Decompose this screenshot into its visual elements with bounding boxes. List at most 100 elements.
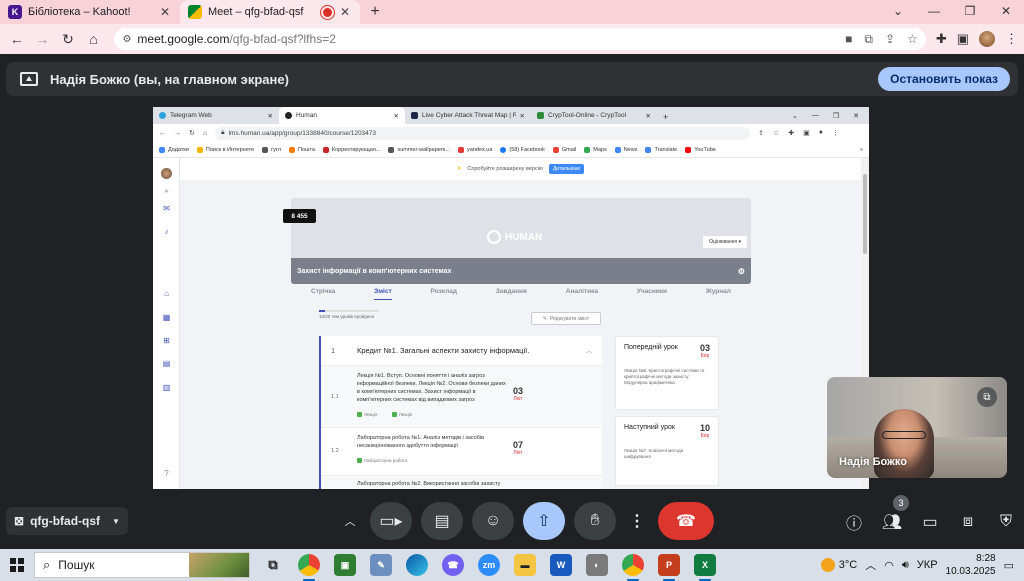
- chevron-up-icon[interactable]: ︿: [339, 502, 361, 540]
- leave-call-button[interactable]: ☎: [658, 502, 714, 540]
- address-bar[interactable]: ⚙ meet.google.com/qfg-bfad-qsf?lfhs=2 ■ …: [114, 28, 926, 50]
- tab-meet[interactable]: Meet – qfg-bfad-qsf ✕: [180, 0, 360, 24]
- meeting-code-button[interactable]: ⊠ qfg-bfad-qsf ▼: [6, 507, 128, 535]
- home-icon: ⌂: [202, 129, 208, 137]
- file-explorer-icon[interactable]: ▬: [514, 554, 536, 576]
- meet-side-controls: ⓘ 👥︎ ▭ ⧈ ⛨: [844, 508, 1016, 536]
- meet-icon: [188, 5, 202, 19]
- lesson-list: 1 Кредит №1. Загальні аспекти захисту ін…: [319, 336, 602, 489]
- tab-kahoot[interactable]: K Бібліотека – Kahoot! ✕: [0, 0, 180, 24]
- chrome-profile-icon[interactable]: [622, 554, 644, 581]
- paint-icon[interactable]: ✎: [370, 554, 392, 576]
- zoom-icon[interactable]: zm: [478, 554, 500, 576]
- menu-dots-icon[interactable]: ⋮: [1005, 31, 1018, 47]
- people-icon[interactable]: 👥︎: [882, 510, 902, 534]
- bookmark-label: (58) Facebook: [509, 146, 545, 153]
- chevron-up-icon[interactable]: ︿: [865, 557, 876, 573]
- powerpoint-icon[interactable]: P: [658, 554, 680, 581]
- bookmark-label: Додатки: [168, 146, 189, 153]
- bookmark-star-icon[interactable]: ☆: [907, 32, 918, 47]
- activities-icon[interactable]: ⧈: [958, 510, 978, 534]
- bookmark-label: Maps: [593, 146, 607, 153]
- side-panel-icon[interactable]: ▣: [957, 31, 969, 47]
- new-tab-button[interactable]: +: [364, 0, 386, 24]
- notifications-icon[interactable]: ▭: [1004, 559, 1014, 572]
- excel-icon[interactable]: X: [694, 554, 716, 581]
- minimize-icon[interactable]: —: [916, 0, 952, 24]
- emoji-reaction-button[interactable]: ☺: [472, 502, 514, 540]
- maps-app-icon[interactable]: ▣: [334, 554, 356, 576]
- card-month: Бер: [700, 433, 710, 439]
- lesson-title: Лабораторна робота №1. Аналіз методів і …: [357, 435, 485, 449]
- taskbar-search[interactable]: ⌕ Пошук: [34, 552, 250, 578]
- raise-hand-button[interactable]: ✋︎: [574, 502, 616, 540]
- site-info-icon[interactable]: ⚙: [122, 34, 131, 45]
- camera-in-use-icon[interactable]: ■: [845, 32, 852, 47]
- viber-icon[interactable]: ☎: [442, 554, 464, 576]
- wifi-icon[interactable]: ◠: [884, 559, 894, 572]
- chrome-icon[interactable]: [298, 554, 320, 581]
- share-icon[interactable]: ⇪: [885, 32, 895, 47]
- info-icon[interactable]: ⓘ: [844, 510, 864, 534]
- profile-avatar[interactable]: [979, 31, 996, 47]
- shared-tab-strip: Telegram Web ✕ Human ✕ Live Cyber Attack T…: [153, 107, 869, 124]
- chart-icon: ▥: [162, 383, 171, 392]
- input-language[interactable]: УКР: [917, 559, 938, 571]
- settings-icon: ⚙: [737, 266, 745, 276]
- star-icon: ☆: [772, 130, 780, 137]
- bookmark: yandex.ua: [458, 146, 492, 153]
- chevron-up-icon: ︿: [585, 349, 592, 355]
- windows-start-icon[interactable]: [10, 558, 24, 572]
- meeting-code: qfg-bfad-qsf: [30, 514, 101, 528]
- shared-window-controls: ⌄ — ❐ ✕: [792, 107, 869, 124]
- close-icon[interactable]: ✕: [158, 5, 172, 19]
- task-view-icon[interactable]: ⧉: [262, 554, 284, 576]
- close-icon: ✕: [393, 112, 399, 120]
- word-icon[interactable]: W: [550, 554, 572, 576]
- course-header: HUMAN Оцінювання ▾ Захист інформації в к…: [291, 198, 751, 284]
- lecture-icon: [391, 412, 397, 417]
- bookmark: Корректирующая...: [322, 146, 380, 153]
- card-month: Бер: [700, 353, 710, 359]
- forward-arrow-icon: →: [174, 129, 181, 137]
- shared-url: 🔒︎ lms.human.ua/app/group/1338840/course/…: [215, 126, 751, 140]
- bookmark: Додатки: [159, 146, 189, 153]
- restore-icon[interactable]: ❐: [952, 0, 988, 24]
- camera-button[interactable]: ▭▸: [370, 502, 412, 540]
- edge-icon[interactable]: [406, 554, 428, 576]
- shared-tab: CrypTool-Online - CrypTool ✕: [531, 107, 657, 124]
- search-highlight-image: [189, 553, 249, 577]
- forward-arrow-icon[interactable]: →: [32, 28, 54, 50]
- pin-icon[interactable]: ⧉: [977, 387, 997, 407]
- close-icon[interactable]: ✕: [338, 5, 352, 19]
- weather-widget[interactable]: 3°C: [820, 558, 857, 572]
- back-arrow-icon[interactable]: ←: [6, 28, 28, 50]
- stop-presenting-button[interactable]: Остановить показ: [878, 67, 1010, 91]
- more-options-button[interactable]: ⋮: [625, 502, 649, 540]
- lesson-month: Лют: [513, 450, 523, 456]
- edit-content-label: Редагувати зміст: [550, 315, 590, 322]
- volume-icon[interactable]: 🔊︎: [902, 559, 909, 572]
- chat-icon[interactable]: ▭: [920, 510, 940, 534]
- bookmark-label: Поиск в Интернете: [205, 146, 255, 153]
- present-button[interactable]: ⇧: [523, 502, 565, 540]
- photos-icon[interactable]: ◐: [586, 554, 608, 576]
- tab-title: Live Cyber Attack Threat Map | R: [422, 112, 516, 119]
- open-in-window-icon[interactable]: ⧉: [864, 32, 873, 47]
- shared-url-text: lms.human.ua/app/group/1338840/course/12…: [228, 129, 377, 137]
- home-icon[interactable]: ⌂: [83, 28, 105, 50]
- reload-icon[interactable]: ↻: [57, 28, 79, 50]
- extensions-icon[interactable]: ✚: [936, 31, 947, 47]
- captions-button[interactable]: ▤: [421, 502, 463, 540]
- yandex-icon: [458, 146, 465, 153]
- clock[interactable]: 8:28 10.03.2025: [946, 552, 996, 578]
- self-video-tile[interactable]: ⧉ Надія Божко: [827, 377, 1007, 478]
- close-window-icon[interactable]: ✕: [988, 0, 1024, 24]
- course-tab: Аналітика: [565, 288, 598, 295]
- host-controls-icon[interactable]: ⛨: [996, 510, 1016, 534]
- telegram-icon: [159, 112, 166, 119]
- course-tab: Розклад: [430, 288, 457, 295]
- tab-search-chevron-icon[interactable]: ⌄: [880, 0, 916, 24]
- lock-icon: 🔒︎: [221, 129, 225, 136]
- bookmark: гугл: [262, 146, 281, 153]
